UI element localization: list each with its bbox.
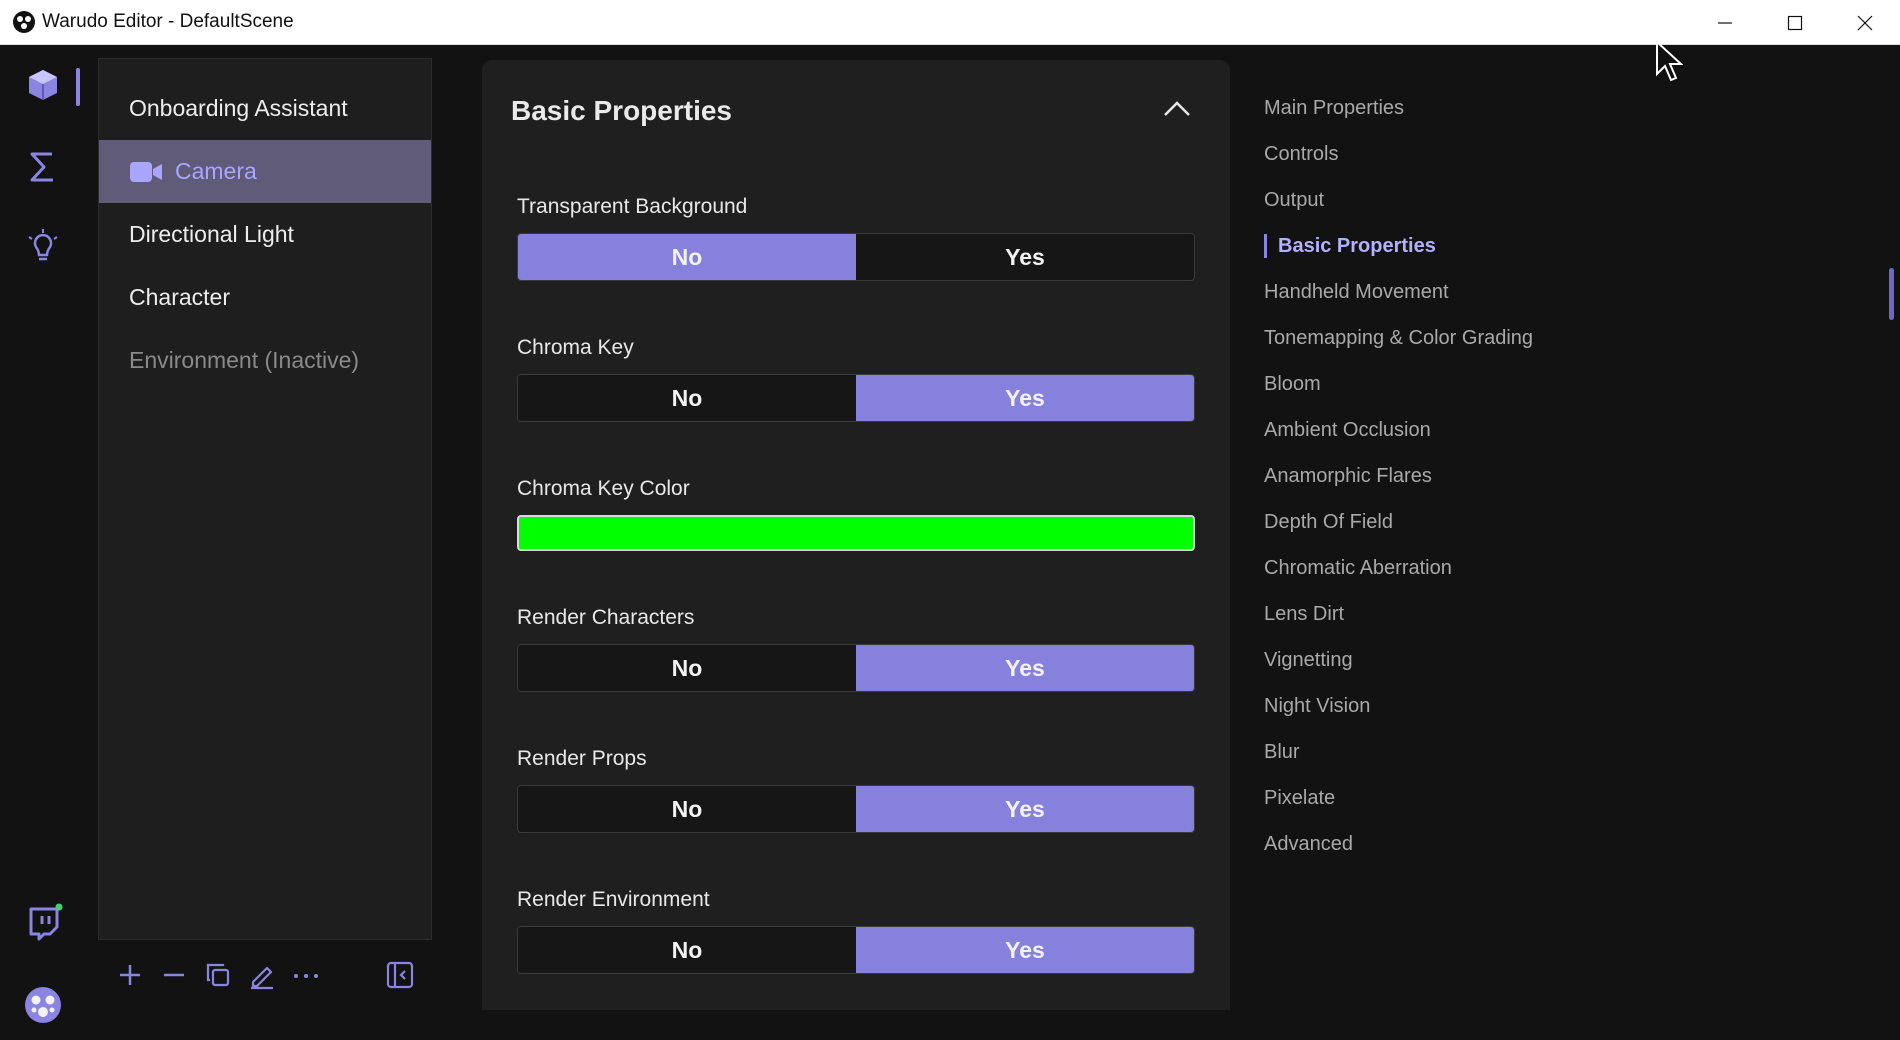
- option-no[interactable]: No: [518, 786, 856, 832]
- collapse-button[interactable]: [1162, 100, 1192, 123]
- rail-twitch-button[interactable]: [0, 888, 86, 958]
- sigma-icon: [30, 152, 53, 182]
- render-environment-toggle[interactable]: No Yes: [517, 926, 1195, 974]
- option-yes[interactable]: Yes: [856, 645, 1194, 691]
- rename-icon: [251, 966, 273, 990]
- scene-list-panel: Onboarding Assistant Camera Directional …: [98, 58, 432, 940]
- rail-profile-button[interactable]: [0, 970, 86, 1040]
- twitch-icon: [29, 903, 63, 941]
- scene-item-label: Environment (Inactive): [129, 347, 360, 373]
- title-bar: Warudo Editor - DefaultScene: [0, 0, 1900, 45]
- scene-item-character[interactable]: Character: [99, 266, 431, 329]
- nav-item-bloom[interactable]: Bloom: [1264, 366, 1664, 412]
- chroma-key-color-swatch[interactable]: [517, 515, 1195, 551]
- plus-icon: [120, 965, 140, 985]
- nav-item-night-vision[interactable]: Night Vision: [1264, 688, 1664, 734]
- field-transparent-background: Transparent Background No Yes: [517, 193, 1195, 281]
- scrollbar-thumb[interactable]: [1889, 268, 1894, 320]
- option-yes[interactable]: Yes: [856, 786, 1194, 832]
- close-button[interactable]: [1830, 0, 1900, 45]
- field-label: Chroma Key Color: [517, 477, 690, 500]
- scene-item-environment[interactable]: Environment (Inactive): [99, 329, 431, 392]
- add-button[interactable]: [108, 953, 152, 997]
- nav-item-controls[interactable]: Controls: [1264, 136, 1664, 182]
- nav-item-advanced[interactable]: Advanced: [1264, 826, 1664, 872]
- maximize-icon: [1787, 15, 1803, 30]
- nav-item-blur[interactable]: Blur: [1264, 734, 1664, 780]
- scene-item-label: Directional Light: [129, 221, 294, 247]
- field-label: Render Props: [517, 747, 647, 770]
- rail-blueprint-button[interactable]: [0, 132, 86, 202]
- mouse-cursor-icon: [1656, 40, 1683, 82]
- section-nav: Main Properties Controls Output Basic Pr…: [1264, 90, 1664, 872]
- rail-ideas-button[interactable]: [0, 212, 86, 282]
- scene-item-onboarding-assistant[interactable]: Onboarding Assistant: [99, 77, 431, 140]
- section-title: Basic Properties: [511, 95, 732, 126]
- scene-item-label: Character: [129, 284, 230, 310]
- option-yes[interactable]: Yes: [856, 375, 1194, 421]
- chroma-key-toggle[interactable]: No Yes: [517, 374, 1195, 422]
- field-render-characters: Render Characters No Yes: [517, 604, 1195, 692]
- nav-item-lens-dirt[interactable]: Lens Dirt: [1264, 596, 1664, 642]
- icon-rail: [0, 45, 86, 1023]
- option-yes[interactable]: Yes: [856, 927, 1194, 973]
- nav-item-tonemapping[interactable]: Tonemapping & Color Grading: [1264, 320, 1664, 366]
- scene-item-camera[interactable]: Camera: [99, 140, 431, 203]
- minus-icon: [164, 973, 184, 977]
- option-no[interactable]: No: [518, 645, 856, 691]
- section-header[interactable]: Basic Properties: [482, 60, 1230, 162]
- duplicate-button[interactable]: [196, 953, 240, 997]
- option-yes[interactable]: Yes: [856, 234, 1194, 280]
- transparent-background-toggle[interactable]: No Yes: [517, 233, 1195, 281]
- field-chroma-key: Chroma Key No Yes: [517, 334, 1195, 422]
- warudo-logo-icon: [25, 987, 61, 1023]
- field-label: Render Characters: [517, 606, 695, 629]
- field-label: Transparent Background: [517, 195, 748, 218]
- toggle-panel-button[interactable]: [378, 953, 422, 997]
- rename-button[interactable]: [240, 953, 284, 997]
- option-no[interactable]: No: [518, 234, 856, 280]
- option-no[interactable]: No: [518, 375, 856, 421]
- field-label: Chroma Key: [517, 336, 634, 359]
- nav-item-ambient-occlusion[interactable]: Ambient Occlusion: [1264, 412, 1664, 458]
- toggle-panel-icon: [386, 961, 414, 989]
- more-icon: [294, 974, 318, 978]
- duplicate-icon: [206, 963, 230, 987]
- nav-item-main-properties[interactable]: Main Properties: [1264, 90, 1664, 136]
- nav-item-pixelate[interactable]: Pixelate: [1264, 780, 1664, 826]
- minimize-icon: [1718, 21, 1732, 24]
- nav-item-output[interactable]: Output: [1264, 182, 1664, 228]
- field-chroma-key-color: Chroma Key Color: [517, 475, 1195, 551]
- nav-item-anamorphic-flares[interactable]: Anamorphic Flares: [1264, 458, 1664, 504]
- nav-item-basic-properties[interactable]: Basic Properties: [1264, 228, 1664, 274]
- field-label: Render Environment: [517, 888, 710, 911]
- minimize-button[interactable]: [1690, 0, 1760, 45]
- scene-item-directional-light[interactable]: Directional Light: [99, 203, 431, 266]
- video-camera-icon: [130, 161, 162, 182]
- chevron-up-icon: [1164, 100, 1190, 116]
- nav-item-chromatic-aberration[interactable]: Chromatic Aberration: [1264, 550, 1664, 596]
- nav-item-vignetting[interactable]: Vignetting: [1264, 642, 1664, 688]
- close-icon: [1857, 15, 1873, 30]
- more-button[interactable]: [284, 953, 328, 997]
- option-no[interactable]: No: [518, 927, 856, 973]
- nav-item-depth-of-field[interactable]: Depth Of Field: [1264, 504, 1664, 550]
- properties-panel: Basic Properties Transparent Background …: [482, 60, 1230, 1010]
- render-props-toggle[interactable]: No Yes: [517, 785, 1195, 833]
- warudo-app-icon: [13, 11, 35, 33]
- rail-scene-button[interactable]: [0, 50, 86, 120]
- scene-item-label: Onboarding Assistant: [129, 95, 348, 121]
- field-render-props: Render Props No Yes: [517, 745, 1195, 833]
- window-title: Warudo Editor - DefaultScene: [42, 11, 294, 32]
- scene-toolbar: [98, 950, 432, 1000]
- maximize-button[interactable]: [1760, 0, 1830, 45]
- field-render-environment: Render Environment No Yes: [517, 886, 1195, 974]
- lightbulb-icon: [28, 229, 58, 261]
- render-characters-toggle[interactable]: No Yes: [517, 644, 1195, 692]
- remove-button[interactable]: [152, 953, 196, 997]
- scene-cube-icon: [29, 70, 57, 100]
- nav-item-handheld-movement[interactable]: Handheld Movement: [1264, 274, 1664, 320]
- scene-item-label: Camera: [175, 158, 257, 184]
